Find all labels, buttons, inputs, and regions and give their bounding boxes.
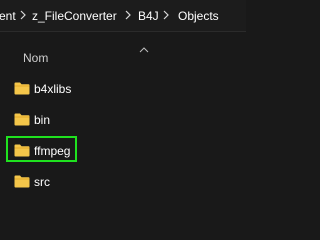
- file-list: Nom b4xlibs bin ffmpeg src: [0, 33, 246, 206]
- breadcrumb-item-b4j[interactable]: B4J: [138, 9, 159, 23]
- breadcrumb-item-parent[interactable]: ent: [0, 9, 16, 23]
- folder-icon: [14, 82, 30, 95]
- folder-icon: [14, 113, 30, 126]
- column-header-name[interactable]: Nom: [23, 51, 48, 65]
- breadcrumb: ent z_FileConverter B4J Objects: [0, 0, 246, 32]
- list-item[interactable]: b4xlibs: [7, 77, 241, 101]
- folder-name: b4xlibs: [34, 82, 72, 96]
- chevron-right-icon[interactable]: [123, 8, 133, 22]
- list-item[interactable]: ffmpeg: [7, 139, 241, 163]
- list-item[interactable]: bin: [7, 108, 241, 132]
- folder-icon: [14, 144, 30, 157]
- chevron-right-icon[interactable]: [18, 8, 28, 22]
- folder-name: bin: [34, 113, 51, 127]
- folder-name: src: [34, 175, 50, 189]
- folder-icon: [14, 175, 30, 188]
- list-item[interactable]: src: [7, 170, 241, 194]
- folder-name: ffmpeg: [34, 144, 71, 158]
- sort-ascending-icon[interactable]: [139, 40, 149, 53]
- chevron-right-icon[interactable]: [161, 8, 171, 22]
- file-explorer-window: ent z_FileConverter B4J Objects Nom b4xl…: [0, 0, 246, 206]
- breadcrumb-item-objects[interactable]: Objects: [178, 9, 219, 23]
- breadcrumb-item-z-fileconverter[interactable]: z_FileConverter: [32, 9, 117, 23]
